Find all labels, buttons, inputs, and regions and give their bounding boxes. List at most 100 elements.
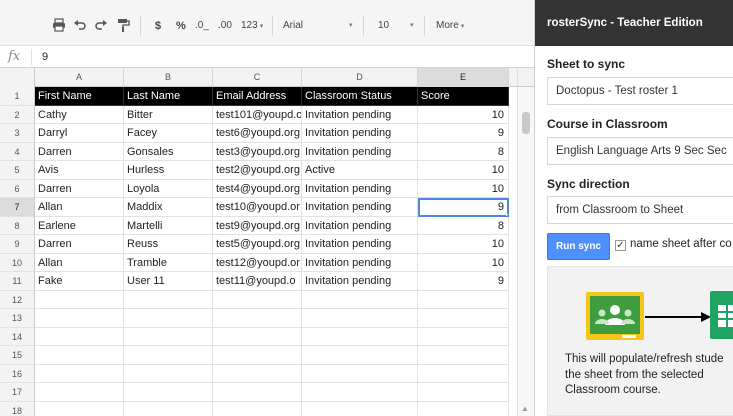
sheet-to-sync-select[interactable]: Doctopus - Test roster 1 <box>547 77 733 105</box>
table-cell[interactable] <box>213 383 302 402</box>
table-cell[interactable] <box>302 290 418 309</box>
table-cell[interactable]: Gonsales <box>124 142 213 161</box>
table-cell[interactable]: Hurless <box>124 161 213 180</box>
font-size-dropdown[interactable]: 10 ▾ <box>378 20 414 32</box>
table-cell[interactable]: Allan <box>35 198 124 217</box>
column-title-cell[interactable]: First Name <box>35 87 124 106</box>
table-cell[interactable]: Earlene <box>35 216 124 235</box>
column-header-e[interactable]: E <box>418 68 509 87</box>
table-cell[interactable] <box>418 309 509 328</box>
row-number[interactable]: 1 <box>0 87 35 106</box>
table-cell[interactable] <box>418 327 509 346</box>
table-cell[interactable] <box>124 364 213 383</box>
table-cell[interactable] <box>302 346 418 365</box>
currency-format-button[interactable]: $ <box>155 20 161 32</box>
column-title-cell[interactable]: Email Address <box>213 87 302 106</box>
undo-icon[interactable] <box>73 18 87 37</box>
row-number[interactable]: 14 <box>0 327 35 346</box>
table-cell[interactable] <box>124 383 213 402</box>
table-cell[interactable] <box>302 383 418 402</box>
table-cell[interactable]: Darryl <box>35 124 124 143</box>
table-cell[interactable]: 9 <box>418 124 509 143</box>
table-cell[interactable] <box>124 401 213 416</box>
row-number[interactable]: 2 <box>0 105 35 124</box>
table-cell[interactable] <box>302 309 418 328</box>
table-cell[interactable]: 8 <box>418 142 509 161</box>
table-cell[interactable]: test10@youpd.or <box>213 198 302 217</box>
scroll-arrow-icon[interactable]: ▲ <box>521 404 529 413</box>
table-cell[interactable] <box>213 290 302 309</box>
row-number[interactable]: 3 <box>0 124 35 143</box>
table-cell[interactable]: Fake <box>35 272 124 291</box>
table-cell[interactable]: Avis <box>35 161 124 180</box>
row-number[interactable]: 10 <box>0 253 35 272</box>
table-cell[interactable]: test5@youpd.org <box>213 235 302 254</box>
table-cell[interactable]: Facey <box>124 124 213 143</box>
table-cell[interactable]: 10 <box>418 235 509 254</box>
row-number[interactable]: 7 <box>0 198 35 217</box>
table-cell[interactable]: Allan <box>35 253 124 272</box>
table-cell[interactable] <box>35 327 124 346</box>
fill-handle[interactable] <box>506 213 508 216</box>
decrease-decimals-button[interactable]: .0_ <box>195 20 209 32</box>
table-cell[interactable]: Cathy <box>35 105 124 124</box>
row-number[interactable]: 12 <box>0 290 35 309</box>
more-dropdown[interactable]: More ▾ <box>436 20 464 33</box>
table-cell[interactable]: Darren <box>35 142 124 161</box>
table-cell[interactable]: Darren <box>35 235 124 254</box>
redo-icon[interactable] <box>94 18 108 37</box>
row-number[interactable]: 13 <box>0 309 35 328</box>
table-cell[interactable] <box>418 401 509 416</box>
table-cell[interactable] <box>418 346 509 365</box>
table-cell[interactable]: 9 <box>418 272 509 291</box>
table-cell[interactable]: Invitation pending <box>302 272 418 291</box>
table-cell[interactable]: Invitation pending <box>302 216 418 235</box>
font-dropdown[interactable]: Arial ▾ <box>283 20 353 32</box>
table-cell[interactable]: test101@youpd.o <box>213 105 302 124</box>
row-number[interactable]: 18 <box>0 401 35 416</box>
table-cell[interactable] <box>213 309 302 328</box>
table-cell[interactable] <box>35 383 124 402</box>
row-number[interactable]: 6 <box>0 179 35 198</box>
row-number[interactable]: 9 <box>0 235 35 254</box>
table-cell[interactable]: 10 <box>418 253 509 272</box>
column-header-c[interactable]: C <box>213 68 302 87</box>
table-cell[interactable]: User 11 <box>124 272 213 291</box>
active-cell[interactable]: 9 <box>418 198 509 217</box>
row-number[interactable]: 16 <box>0 364 35 383</box>
row-number[interactable]: 8 <box>0 216 35 235</box>
table-cell[interactable]: Martelli <box>124 216 213 235</box>
table-cell[interactable] <box>418 383 509 402</box>
table-cell[interactable] <box>302 364 418 383</box>
table-cell[interactable]: test6@youpd.org <box>213 124 302 143</box>
table-cell[interactable] <box>302 401 418 416</box>
table-cell[interactable]: Invitation pending <box>302 198 418 217</box>
table-cell[interactable] <box>124 309 213 328</box>
column-title-cell[interactable]: Score <box>418 87 509 106</box>
table-cell[interactable] <box>418 364 509 383</box>
table-cell[interactable]: 10 <box>418 179 509 198</box>
table-cell[interactable] <box>418 290 509 309</box>
table-cell[interactable]: Maddix <box>124 198 213 217</box>
table-cell[interactable] <box>35 401 124 416</box>
table-cell[interactable] <box>35 364 124 383</box>
increase-decimals-button[interactable]: .00 <box>218 20 232 32</box>
scrollbar-thumb[interactable] <box>522 112 530 134</box>
name-sheet-checkbox[interactable]: ✓ <box>615 240 626 251</box>
table-cell[interactable]: test3@youpd.org <box>213 142 302 161</box>
table-cell[interactable]: 8 <box>418 216 509 235</box>
table-cell[interactable]: Invitation pending <box>302 124 418 143</box>
column-header-d[interactable]: D <box>302 68 418 87</box>
table-cell[interactable]: test4@youpd.org <box>213 179 302 198</box>
sync-direction-select[interactable]: from Classroom to Sheet <box>547 196 733 224</box>
table-cell[interactable]: Invitation pending <box>302 235 418 254</box>
table-cell[interactable] <box>35 309 124 328</box>
table-cell[interactable] <box>124 290 213 309</box>
row-number[interactable]: 17 <box>0 383 35 402</box>
table-cell[interactable]: 10 <box>418 105 509 124</box>
row-number[interactable]: 11 <box>0 272 35 291</box>
table-cell[interactable]: Active <box>302 161 418 180</box>
select-all-corner[interactable] <box>0 68 35 87</box>
column-title-cell[interactable]: Last Name <box>124 87 213 106</box>
course-select[interactable]: English Language Arts 9 Sec Sec <box>547 137 733 165</box>
